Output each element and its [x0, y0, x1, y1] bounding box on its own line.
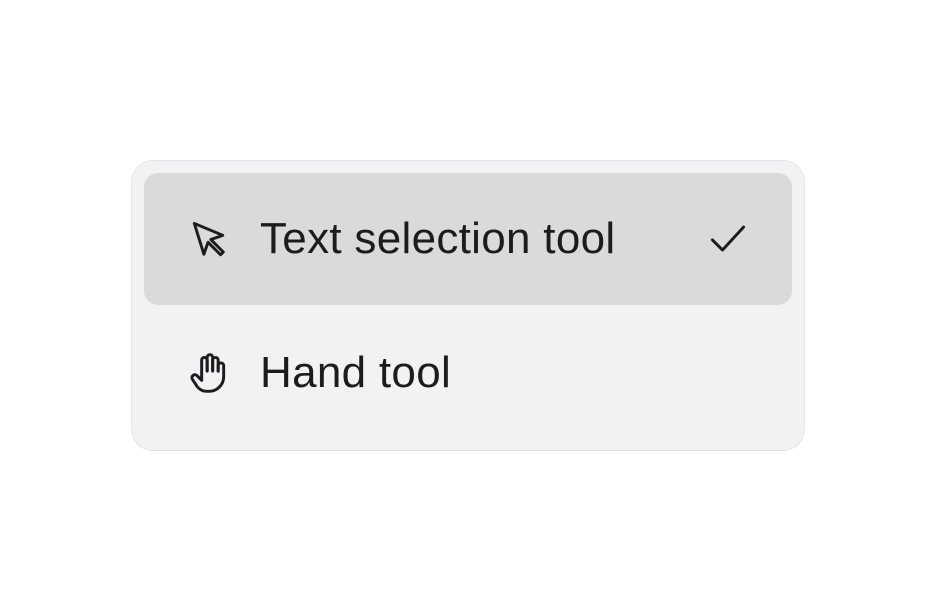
- menu-item-text-selection-tool[interactable]: Text selection tool: [144, 173, 792, 305]
- tool-menu: Text selection tool Hand tool: [131, 160, 805, 451]
- cursor-arrow-icon: [186, 216, 232, 262]
- menu-item-label: Hand tool: [260, 348, 452, 397]
- menu-item-label: Text selection tool: [260, 214, 616, 263]
- hand-icon: [186, 350, 232, 396]
- checkmark-icon: [704, 215, 752, 263]
- menu-item-hand-tool[interactable]: Hand tool: [144, 307, 792, 439]
